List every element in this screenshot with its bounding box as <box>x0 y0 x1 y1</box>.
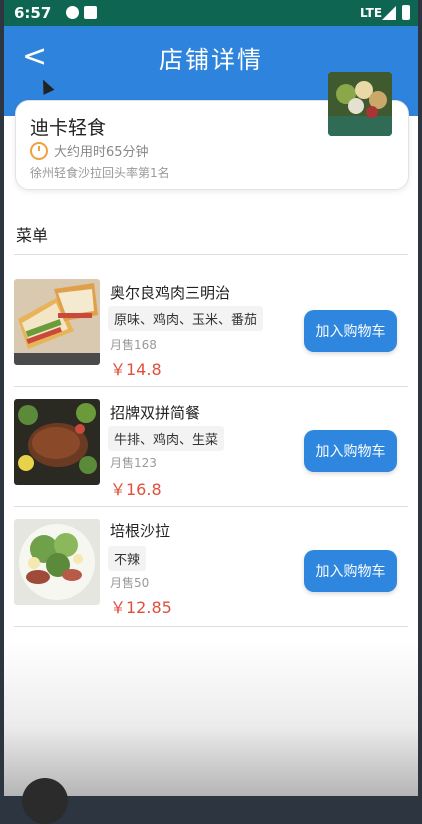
item-tags: 不辣 <box>108 546 147 571</box>
item-divider <box>14 626 408 627</box>
item-tags: 原味、鸡肉、玉米、番茄 <box>108 306 264 331</box>
add-to-cart-button[interactable]: 加入购物车 <box>304 550 397 592</box>
menu-item: 奥尔良鸡肉三明治 原味、鸡肉、玉米、番茄 月售168 ￥14.8 加入购物车 <box>4 266 418 386</box>
item-name: 招牌双拼简餐 <box>110 404 201 422</box>
item-price: ￥14.8 <box>110 360 162 379</box>
delivery-time-row: 大约用时65分钟 <box>30 141 149 160</box>
signal-icon <box>382 6 396 20</box>
add-to-cart-button[interactable]: 加入购物车 <box>304 430 397 472</box>
item-tags: 牛排、鸡肉、生菜 <box>108 426 225 451</box>
menu-item: 招牌双拼简餐 牛排、鸡肉、生菜 月售123 ￥16.8 加入购物车 <box>4 386 418 506</box>
store-logo-image <box>328 72 392 136</box>
sd-card-icon <box>84 6 97 19</box>
store-rank: 徐州轻食沙拉回头率第1名 <box>30 166 170 180</box>
item-monthly-sales: 月售168 <box>110 338 157 352</box>
menu-section-title: 菜单 <box>16 226 49 245</box>
status-bar: 6:57 LTE <box>4 0 418 26</box>
item-name: 培根沙拉 <box>110 522 171 540</box>
delivery-time: 大约用时65分钟 <box>54 145 149 160</box>
item-monthly-sales: 月售50 <box>110 576 150 590</box>
app-status-icon <box>66 6 79 19</box>
status-time: 6:57 <box>14 4 52 22</box>
bottom-overlay <box>4 640 418 796</box>
menu-item: 培根沙拉 不辣 月售50 ￥12.85 加入购物车 <box>4 506 418 626</box>
phone-screen: 6:57 LTE < 店铺详情 迪卡轻食 大约用时65分钟 徐州轻食沙拉回头率第… <box>4 0 418 796</box>
steak-combo-image <box>14 399 100 485</box>
sandwich-image <box>14 279 100 365</box>
menu-divider <box>14 254 408 255</box>
item-price: ￥12.85 <box>110 598 172 617</box>
item-monthly-sales: 月售123 <box>110 456 157 470</box>
store-name: 迪卡轻食 <box>30 117 107 139</box>
page-title: 店铺详情 <box>159 46 263 74</box>
item-name: 奥尔良鸡肉三明治 <box>110 284 231 302</box>
clock-icon <box>30 141 48 160</box>
network-label: LTE <box>360 6 383 20</box>
floating-home-button[interactable] <box>22 778 68 824</box>
bacon-salad-image <box>14 519 100 605</box>
battery-icon <box>402 5 410 20</box>
add-to-cart-button[interactable]: 加入购物车 <box>304 310 397 352</box>
item-price: ￥16.8 <box>110 480 162 499</box>
